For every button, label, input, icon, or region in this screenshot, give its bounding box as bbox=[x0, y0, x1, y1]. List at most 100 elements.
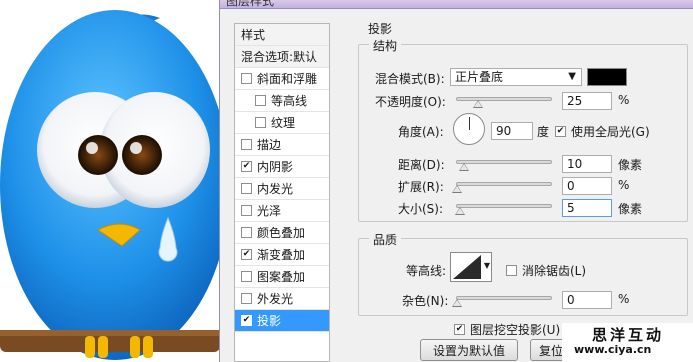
set-default-label: 设置为默认值 bbox=[432, 343, 505, 358]
distance-input[interactable]: 10 bbox=[562, 155, 612, 173]
style-item[interactable]: 颜色叠加 bbox=[235, 222, 329, 244]
style-item-checkbox[interactable] bbox=[241, 139, 252, 150]
style-item[interactable]: 纹理 bbox=[235, 112, 329, 134]
knockout-checkbox[interactable]: ✔ 图层挖空投影(U) bbox=[454, 321, 560, 338]
contour-label: 等高线: bbox=[406, 264, 447, 278]
distance-label: 距离(D): bbox=[398, 158, 445, 172]
style-item-checkbox[interactable]: ✔ bbox=[241, 161, 252, 172]
style-item-checkbox[interactable] bbox=[241, 271, 252, 282]
blend-options-label: 混合选项:默认 bbox=[241, 50, 318, 64]
style-item-label: 纹理 bbox=[271, 116, 296, 130]
noise-label: 杂色(N): bbox=[402, 294, 449, 308]
watermark-url: www.ciya.cn bbox=[574, 343, 652, 356]
size-slider-thumb[interactable] bbox=[455, 207, 465, 215]
style-item-checkbox[interactable] bbox=[241, 183, 252, 194]
opacity-input[interactable]: 25 bbox=[562, 92, 612, 110]
angle-unit: 度 bbox=[537, 125, 550, 139]
set-default-button[interactable]: 设置为默认值 bbox=[420, 339, 518, 361]
opacity-label: 不透明度(O): bbox=[375, 95, 446, 109]
angle-label: 角度(A): bbox=[398, 125, 444, 139]
angle-dial-needle bbox=[469, 117, 470, 130]
spread-value: 0 bbox=[567, 179, 575, 193]
blend-mode-select[interactable]: 正片叠底 ▼ bbox=[450, 68, 582, 86]
style-item-label: 渐变叠加 bbox=[257, 248, 306, 262]
spread-unit: % bbox=[618, 178, 630, 192]
global-light-label: 使用全局光(G) bbox=[571, 125, 650, 139]
global-light-check-icon: ✔ bbox=[555, 126, 566, 137]
style-item-label: 等高线 bbox=[271, 94, 308, 108]
antialias-check-icon bbox=[506, 265, 517, 276]
style-item[interactable]: ✔ 内阴影 bbox=[235, 156, 329, 178]
style-item-checkbox[interactable]: ✔ bbox=[241, 315, 252, 326]
watermark: 思洋互动 www.ciya.cn bbox=[562, 323, 693, 362]
style-item-checkbox[interactable] bbox=[255, 95, 266, 106]
spread-input[interactable]: 0 bbox=[562, 177, 612, 195]
style-item-label: 斜面和浮雕 bbox=[257, 72, 318, 86]
global-light-checkbox[interactable]: ✔ 使用全局光(G) bbox=[555, 123, 650, 140]
spread-slider-thumb[interactable] bbox=[452, 185, 462, 193]
contour-preview-icon bbox=[453, 255, 481, 279]
knockout-check-icon: ✔ bbox=[454, 324, 465, 335]
style-item-checkbox[interactable] bbox=[241, 73, 252, 84]
contour-picker[interactable]: ▼ bbox=[450, 252, 492, 282]
shadow-color-swatch[interactable] bbox=[587, 68, 627, 86]
size-label: 大小(S): bbox=[398, 202, 444, 216]
antialias-checkbox[interactable]: 消除锯齿(L) bbox=[506, 262, 586, 279]
style-item-checkbox[interactable] bbox=[241, 293, 252, 304]
noise-input[interactable]: 0 bbox=[562, 291, 612, 309]
chevron-down-icon: ▼ bbox=[483, 261, 490, 270]
noise-value: 0 bbox=[567, 293, 575, 307]
opacity-value: 25 bbox=[567, 94, 583, 108]
blend-options-item[interactable]: 混合选项:默认 bbox=[235, 46, 329, 68]
style-list-header[interactable]: 样式 bbox=[235, 24, 329, 46]
style-list: 样式 混合选项:默认 斜面和浮雕等高线纹理描边 ✔ 内阴影内发光光泽颜色叠加 ✔ 渐变叠… bbox=[234, 23, 330, 362]
style-item-label: 颜色叠加 bbox=[257, 226, 306, 240]
style-item[interactable]: 图案叠加 bbox=[235, 266, 329, 288]
style-item[interactable]: ✔ 投影 bbox=[235, 310, 329, 332]
angle-input[interactable]: 90 bbox=[491, 122, 533, 140]
distance-slider[interactable] bbox=[456, 160, 552, 164]
style-item-label: 投影 bbox=[257, 314, 282, 328]
style-item-label: 图案叠加 bbox=[257, 270, 306, 284]
style-item[interactable]: 斜面和浮雕 bbox=[235, 68, 329, 90]
style-item-label: 描边 bbox=[257, 138, 282, 152]
spread-label: 扩展(R): bbox=[398, 180, 444, 194]
style-item[interactable]: ✔ 渐变叠加 bbox=[235, 244, 329, 266]
size-slider[interactable] bbox=[456, 204, 552, 208]
style-item-checkbox[interactable] bbox=[241, 227, 252, 238]
style-item[interactable]: 等高线 bbox=[235, 90, 329, 112]
dialog-title: 图层样式 bbox=[226, 0, 275, 8]
structure-title: 结构 bbox=[369, 37, 402, 54]
style-item-checkbox[interactable] bbox=[255, 117, 266, 128]
distance-unit: 像素 bbox=[618, 158, 643, 172]
bird-illustration bbox=[0, 0, 220, 362]
blend-mode-label: 混合模式(B): bbox=[375, 72, 445, 86]
style-item-label: 光泽 bbox=[257, 204, 282, 218]
opacity-slider-thumb[interactable] bbox=[473, 100, 483, 108]
style-item-checkbox[interactable] bbox=[241, 205, 252, 216]
style-item-label: 内阴影 bbox=[257, 160, 294, 174]
opacity-unit: % bbox=[618, 93, 630, 107]
style-item[interactable]: 内发光 bbox=[235, 178, 329, 200]
angle-dial[interactable] bbox=[453, 113, 485, 145]
distance-slider-thumb[interactable] bbox=[459, 163, 469, 171]
size-unit: 像素 bbox=[618, 202, 643, 216]
reset-label: 复位 bbox=[539, 343, 564, 358]
style-item-label: 内发光 bbox=[257, 182, 294, 196]
size-input[interactable]: 5 bbox=[562, 199, 612, 217]
noise-slider-thumb[interactable] bbox=[452, 299, 462, 307]
dialog-titlebar[interactable]: 图层样式 bbox=[220, 0, 693, 9]
spread-slider[interactable] bbox=[456, 182, 552, 186]
style-item[interactable]: 外发光 bbox=[235, 288, 329, 310]
size-value: 5 bbox=[567, 201, 575, 215]
style-item[interactable]: 描边 bbox=[235, 134, 329, 156]
chevron-down-icon: ▼ bbox=[568, 71, 576, 82]
opacity-slider[interactable] bbox=[456, 97, 552, 101]
blend-mode-value: 正片叠底 bbox=[455, 70, 504, 84]
panel-title: 投影 bbox=[368, 22, 393, 36]
style-item[interactable]: 光泽 bbox=[235, 200, 329, 222]
style-item-checkbox[interactable]: ✔ bbox=[241, 249, 252, 260]
quality-title: 品质 bbox=[369, 231, 402, 248]
noise-unit: % bbox=[618, 292, 630, 306]
noise-slider[interactable] bbox=[456, 296, 552, 300]
